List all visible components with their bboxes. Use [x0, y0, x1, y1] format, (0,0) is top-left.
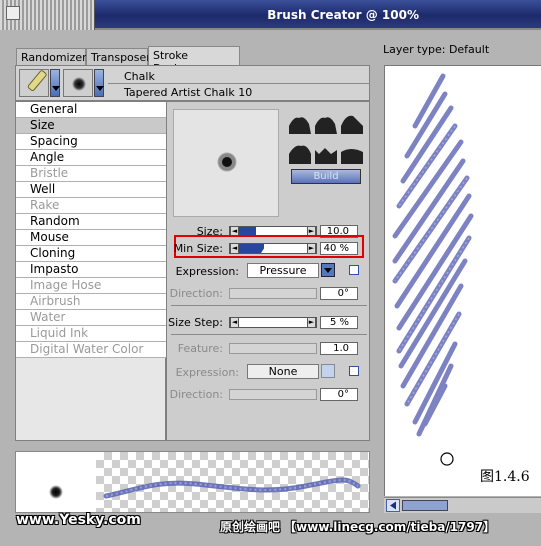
tab-transposer[interactable]: Transposer [86, 48, 151, 65]
slider-left-icon[interactable]: ◄ [230, 317, 239, 328]
category-digital-water-color[interactable]: Digital Water Color [16, 342, 166, 358]
direction-value[interactable]: 0° [320, 287, 358, 300]
tab-randomizer[interactable]: Randomizer [16, 48, 87, 65]
header-divider [108, 83, 370, 84]
panel-separator [171, 334, 367, 335]
size-settings-panel: Build Size: ◄ ► 10.0 Min Size: ◄ ► 40 % … [166, 101, 370, 441]
dab-preview [16, 452, 96, 512]
dab-shape-buttons[interactable] [287, 112, 367, 166]
category-size[interactable]: Size [16, 118, 166, 134]
horizontal-scrollbar[interactable] [384, 497, 541, 513]
close-icon[interactable] [6, 6, 20, 20]
preview-stroke [103, 477, 361, 499]
category-spacing[interactable]: Spacing [16, 134, 166, 150]
category-impasto[interactable]: Impasto [16, 262, 166, 278]
min-size-slider[interactable]: ◄ ► [229, 243, 317, 254]
category-random[interactable]: Random [16, 214, 166, 230]
direction-2-value[interactable]: 0° [320, 388, 358, 401]
feature-value[interactable]: 1.0 [320, 342, 358, 355]
category-airbrush[interactable]: Airbrush [16, 294, 166, 310]
direction-2-slider[interactable] [229, 389, 317, 400]
category-angle[interactable]: Angle [16, 150, 166, 166]
category-list: General Size Spacing Angle Bristle Well … [15, 101, 166, 441]
size-step-slider[interactable]: ◄ ► [229, 317, 317, 328]
expression-2-label: Expression: [175, 366, 239, 379]
layer-type-label: Layer type: Default [383, 43, 490, 56]
direction-slider[interactable] [229, 288, 317, 299]
variant-dropdown-button[interactable] [94, 69, 104, 97]
min-size-slider-thumb[interactable] [261, 247, 269, 253]
title-bar: Brush Creator @ 100% [0, 0, 541, 30]
tab-stroke-designer[interactable]: Stroke Designer [148, 46, 240, 75]
category-bristle[interactable]: Bristle [16, 166, 166, 182]
slider-right-icon[interactable]: ► [307, 317, 316, 328]
size-step-value[interactable]: 5 % [320, 316, 358, 329]
feature-label: Feature: [177, 342, 223, 355]
size-step-label: Size Step: [168, 316, 223, 329]
slider-right-icon[interactable]: ► [307, 243, 316, 254]
slider-left-icon[interactable]: ◄ [230, 243, 239, 254]
scroll-left-icon[interactable] [386, 499, 400, 512]
size-preview [173, 109, 279, 217]
dab-icon[interactable] [63, 69, 93, 97]
expression-dropdown[interactable]: Pressure [247, 263, 319, 278]
category-well[interactable]: Well [16, 182, 166, 198]
watermark-left: www.Yesky.com [16, 512, 141, 528]
expression-2-dropdown[interactable]: None [247, 364, 319, 379]
stroke-preview [15, 451, 370, 513]
brush-variant-label: Tapered Artist Chalk 10 [124, 86, 253, 99]
min-size-value[interactable]: 40 % [320, 242, 358, 255]
chevron-down-icon[interactable] [321, 364, 335, 378]
expression-invert-checkbox[interactable] [349, 265, 359, 275]
category-general[interactable]: General [16, 102, 166, 118]
scroll-thumb[interactable] [402, 500, 448, 511]
brush-category-label: Chalk [124, 70, 155, 83]
window-title: Brush Creator @ 100% [267, 8, 419, 22]
watermark-right: 原创绘画吧 【www.linecg.com/tieba/1797】 [220, 520, 496, 534]
category-cloning[interactable]: Cloning [16, 246, 166, 262]
expression-2-invert-checkbox[interactable] [349, 366, 359, 376]
figure-caption: 图1.4.6 [480, 469, 530, 485]
brush-cursor-icon [440, 452, 454, 466]
direction-label: Direction: [169, 287, 223, 300]
category-rake[interactable]: Rake [16, 198, 166, 214]
window-grip[interactable] [0, 0, 95, 30]
min-size-label: Min Size: [173, 242, 223, 255]
build-button[interactable]: Build [291, 169, 361, 184]
category-water[interactable]: Water [16, 310, 166, 326]
chalk-strokes [392, 73, 474, 466]
chalk-icon[interactable] [19, 69, 49, 97]
category-mouse[interactable]: Mouse [16, 230, 166, 246]
expression-label: Expression: [175, 265, 239, 278]
size-step-slider-thumb[interactable] [239, 321, 247, 327]
scratch-pad-canvas[interactable]: 图1.4.6 [384, 65, 541, 496]
category-image-hose[interactable]: Image Hose [16, 278, 166, 294]
chevron-down-icon[interactable] [321, 263, 335, 277]
brush-selector-bar: Chalk Tapered Artist Chalk 10 [15, 65, 370, 101]
panel-separator [171, 305, 367, 306]
dab-preview-icon [217, 152, 237, 172]
direction-2-label: Direction: [169, 388, 223, 401]
feature-slider[interactable] [229, 343, 317, 354]
category-dropdown-button[interactable] [50, 69, 60, 97]
category-liquid-ink[interactable]: Liquid Ink [16, 326, 166, 342]
